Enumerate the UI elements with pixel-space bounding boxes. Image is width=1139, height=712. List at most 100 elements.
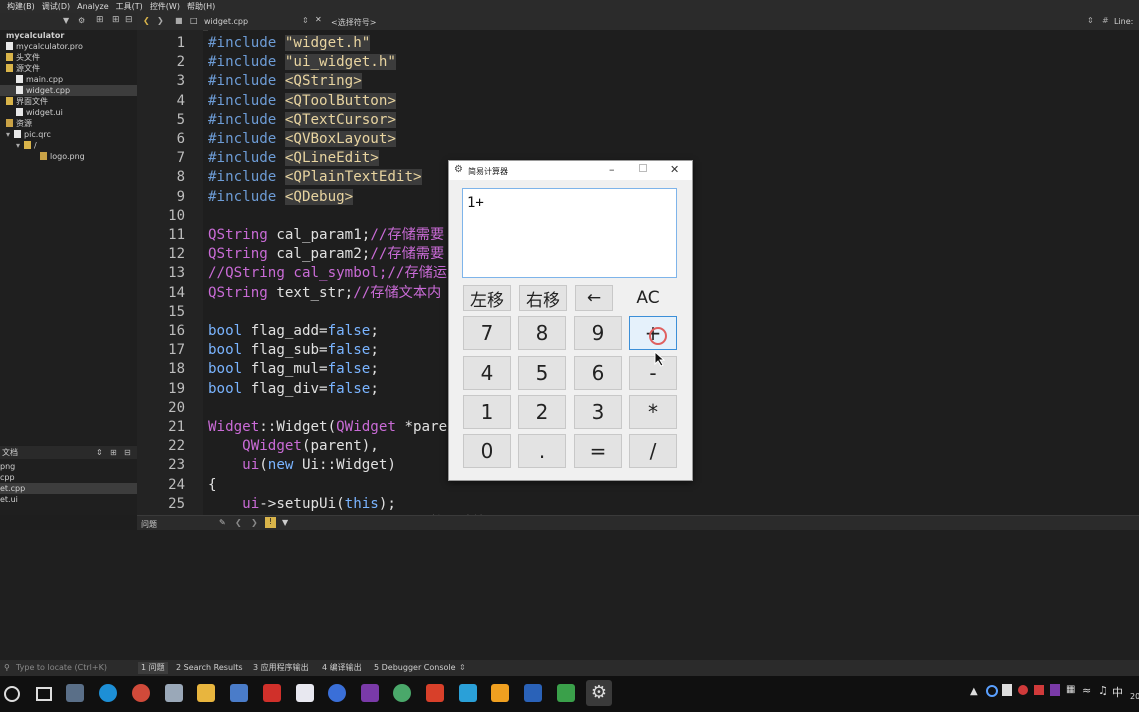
subtract-button[interactable]: -	[629, 356, 677, 390]
split-icon[interactable]: ⊞	[110, 446, 117, 459]
file-explorer-icon[interactable]	[197, 684, 215, 702]
locate-input[interactable]: Type to locate (Ctrl+K)	[16, 660, 107, 676]
next-icon[interactable]: ❯	[251, 518, 258, 527]
app-icon[interactable]	[459, 684, 477, 702]
tree-item-project[interactable]: mycalculator	[6, 30, 64, 41]
tree-item-resources[interactable]: 资源	[6, 118, 32, 129]
menu-help[interactable]: 帮助(H)	[187, 1, 215, 12]
close-view-icon[interactable]: ⊟	[125, 15, 133, 25]
tree-item-logo[interactable]: logo.png	[40, 151, 85, 162]
key-0-button[interactable]: 0	[463, 434, 511, 468]
line-indicator[interactable]: Line:	[1114, 17, 1133, 26]
key-1-button[interactable]: 1	[463, 395, 511, 429]
output-tab-app-output[interactable]: 3 应用程序输出	[253, 660, 309, 676]
tray-app-icon[interactable]: ▦	[1066, 684, 1075, 695]
tray-app-icon[interactable]	[1002, 684, 1012, 696]
menu-controls[interactable]: 控件(W)	[150, 1, 180, 12]
chevron-updown-icon[interactable]: ⇕	[96, 446, 103, 459]
app-icon[interactable]	[165, 684, 183, 702]
output-tab-debugger[interactable]: 5 Debugger Console	[374, 660, 456, 676]
document-selector[interactable]: widget.cpp	[204, 17, 248, 26]
calculator-app-icon[interactable]	[230, 684, 248, 702]
maximize-button[interactable]	[639, 164, 647, 172]
tree-item-widget-cpp[interactable]: widget.cpp	[0, 85, 137, 96]
tree-item-main-cpp[interactable]: main.cpp	[16, 74, 63, 85]
key-7-button[interactable]: 7	[463, 316, 511, 350]
app-icon[interactable]	[296, 684, 314, 702]
divide-button[interactable]: /	[629, 434, 677, 468]
symbol-selector[interactable]: <选择符号>	[331, 17, 376, 28]
powerpoint-icon[interactable]	[426, 684, 444, 702]
key-8-button[interactable]: 8	[518, 316, 566, 350]
qt-app-icon[interactable]: ⚙	[586, 680, 612, 706]
filter-icon[interactable]: ▼	[282, 518, 288, 527]
open-doc-item[interactable]: png	[0, 461, 15, 472]
decimal-button[interactable]: .	[518, 434, 566, 468]
menu-build[interactable]: 构建(B)	[7, 1, 35, 12]
open-doc-item[interactable]: et.cpp	[0, 483, 137, 494]
key-4-button[interactable]: 4	[463, 356, 511, 390]
app-icon[interactable]	[491, 684, 509, 702]
chevron-updown-icon[interactable]: ⇕	[1087, 16, 1094, 25]
menu-debug[interactable]: 调试(D)	[42, 1, 70, 12]
edge-browser-icon[interactable]	[99, 684, 117, 702]
backspace-button[interactable]: ←	[575, 285, 613, 311]
search-circle-icon[interactable]	[4, 686, 20, 702]
previous-icon[interactable]: ❮	[235, 518, 242, 527]
shift-left-button[interactable]: 左移	[463, 285, 511, 311]
key-3-button[interactable]: 3	[574, 395, 622, 429]
split-icon[interactable]: ⊞	[96, 15, 104, 25]
tray-app-icon[interactable]	[1018, 685, 1028, 695]
tree-item-widget-ui[interactable]: widget.ui	[16, 107, 63, 118]
wifi-icon[interactable]: ≈	[1082, 684, 1091, 697]
menu-tools[interactable]: 工具(T)	[116, 1, 143, 12]
output-tab-compile[interactable]: 4 编译输出	[322, 660, 362, 676]
add-view-icon[interactable]: ⊞	[112, 15, 120, 25]
close-view-icon[interactable]: ⊟	[124, 446, 131, 459]
key-9-button[interactable]: 9	[574, 316, 622, 350]
warning-icon[interactable]: !	[265, 517, 276, 528]
tray-chevron-icon[interactable]: ▲	[970, 686, 978, 697]
clear-button[interactable]: AC	[629, 285, 667, 311]
browser-icon[interactable]	[132, 684, 150, 702]
clock[interactable]: 20	[1130, 692, 1139, 701]
key-6-button[interactable]: 6	[574, 356, 622, 390]
open-doc-item[interactable]: et.ui	[0, 494, 18, 505]
app-icon[interactable]	[557, 684, 575, 702]
equals-button[interactable]: =	[574, 434, 622, 468]
tree-item-headers[interactable]: 头文件	[6, 52, 40, 63]
app-icon[interactable]	[393, 684, 411, 702]
tree-item-sources[interactable]: 源文件	[6, 63, 40, 74]
chevron-updown-icon[interactable]: ⇕	[302, 16, 309, 25]
minimize-button[interactable]: –	[609, 163, 615, 176]
menu-analyze[interactable]: Analyze	[77, 2, 109, 11]
open-doc-item[interactable]: cpp	[0, 472, 15, 483]
tree-item-pro[interactable]: mycalculator.pro	[6, 41, 83, 52]
link-icon[interactable]: ⚙	[78, 16, 85, 25]
shift-right-button[interactable]: 右移	[519, 285, 567, 311]
multiply-button[interactable]: *	[629, 395, 677, 429]
clean-icon[interactable]: ✎	[219, 518, 226, 527]
close-button[interactable]: ✕	[670, 163, 679, 176]
onenote-icon[interactable]	[361, 684, 379, 702]
forward-icon[interactable]: ❯	[157, 16, 164, 25]
chevron-updown-icon[interactable]: ⇕	[459, 660, 466, 676]
tree-item-forms[interactable]: 界面文件	[6, 96, 48, 107]
key-2-button[interactable]: 2	[518, 395, 566, 429]
browser-icon[interactable]	[328, 684, 346, 702]
task-view-icon[interactable]	[36, 687, 52, 701]
tray-app-icon[interactable]	[986, 685, 998, 697]
back-icon[interactable]: ❮	[143, 16, 150, 25]
calculator-display[interactable]: 1+	[462, 188, 677, 278]
output-tab-issues[interactable]: 1 问题	[138, 662, 168, 674]
tray-app-icon[interactable]	[1050, 684, 1060, 696]
ime-indicator[interactable]: 中	[1112, 684, 1123, 700]
tree-item-root[interactable]: ▾ /	[16, 140, 37, 151]
tree-item-qrc[interactable]: ▾ pic.qrc	[6, 129, 51, 140]
tray-app-icon[interactable]	[1034, 685, 1044, 695]
volume-icon[interactable]: ♫	[1098, 684, 1108, 697]
camera-app-icon[interactable]	[66, 684, 84, 702]
pdf-app-icon[interactable]	[263, 684, 281, 702]
key-5-button[interactable]: 5	[518, 356, 566, 390]
close-icon[interactable]: ✕	[315, 15, 322, 24]
